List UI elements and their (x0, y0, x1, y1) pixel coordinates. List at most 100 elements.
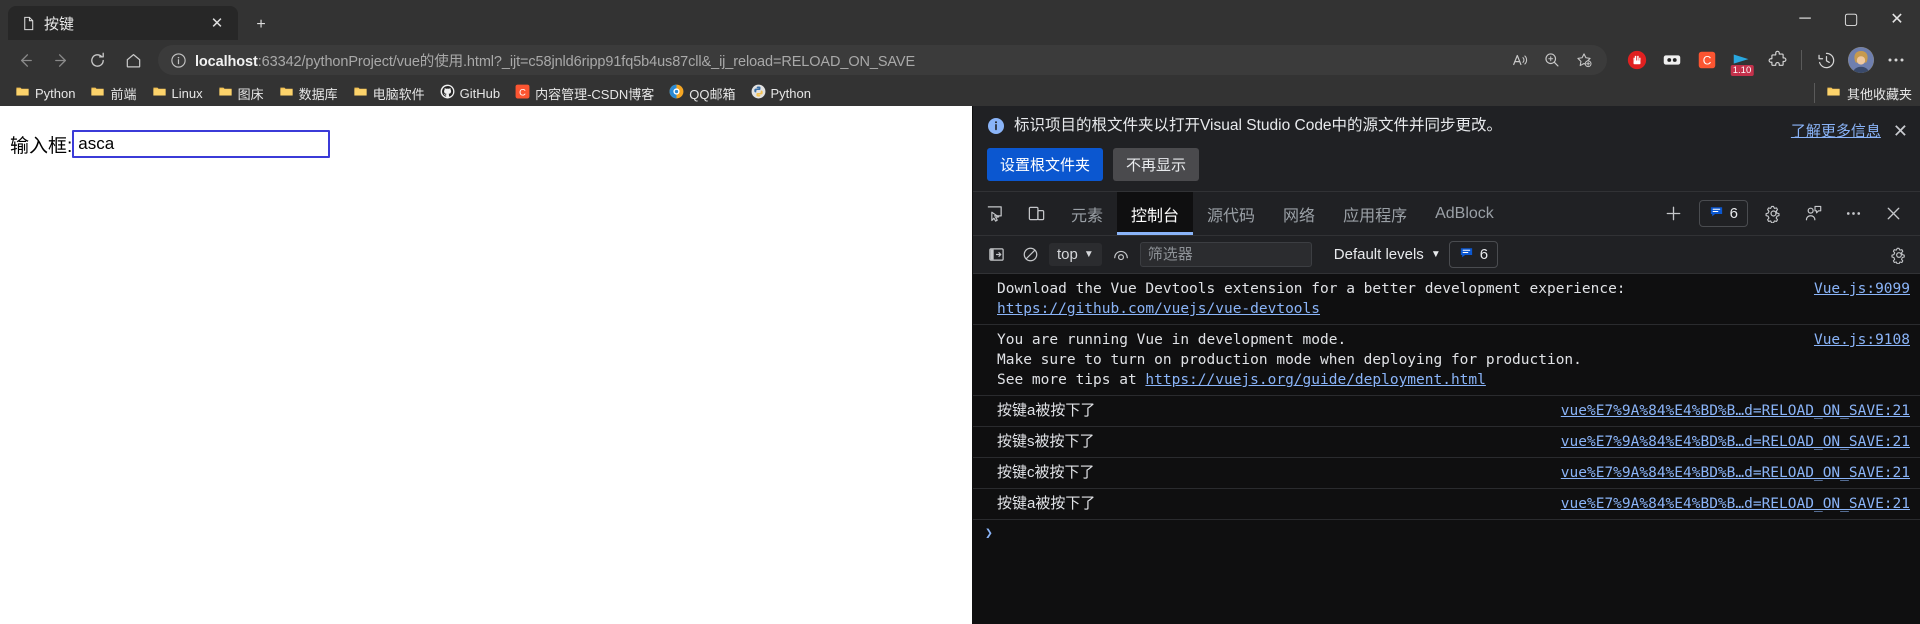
other-bookmarks[interactable]: 其他收藏夹 (1809, 83, 1912, 103)
issues-badge[interactable]: 6 (1699, 200, 1748, 227)
console-message-source[interactable]: vue%E7%9A%84%E4%BD%B…d=RELOAD_ON_SAVE:21 (1561, 432, 1910, 452)
bookmark-label: 电脑软件 (373, 84, 425, 103)
message-link[interactable]: https://github.com/vuejs/vue-devtools (997, 301, 1320, 317)
folder-icon (152, 84, 167, 102)
dont-show-again-button[interactable]: 不再显示 (1113, 148, 1199, 181)
console-message[interactable]: 按键a被按下了 vue%E7%9A%84%E4%BD%B…d=RELOAD_ON… (973, 489, 1920, 520)
url-path: :63342/pythonProject/vue的使用.html?_ijt=c5… (258, 54, 915, 70)
folder-icon (1826, 84, 1841, 102)
bookmark-item[interactable]: GitHub (433, 82, 507, 104)
address-bar[interactable]: localhost:63342/pythonProject/vue的使用.htm… (158, 45, 1607, 75)
bookmark-item[interactable]: Python (744, 82, 818, 104)
python-icon (751, 84, 766, 102)
console-message[interactable]: 按键a被按下了 vue%E7%9A%84%E4%BD%B…d=RELOAD_ON… (973, 396, 1920, 427)
home-icon[interactable] (116, 44, 150, 76)
inspect-element-icon[interactable] (973, 192, 1015, 235)
console-message[interactable]: 按键s被按下了 vue%E7%9A%84%E4%BD%B…d=RELOAD_ON… (973, 427, 1920, 458)
console-message[interactable]: You are running Vue in development mode.… (973, 325, 1920, 396)
message-line: See more tips at (997, 372, 1145, 388)
tab-label: 控制台 (1131, 202, 1179, 226)
console-message-source[interactable]: vue%E7%9A%84%E4%BD%B…d=RELOAD_ON_SAVE:21 (1561, 494, 1910, 514)
video-extension-icon[interactable]: 1.10 (1726, 45, 1758, 75)
reload-icon[interactable] (80, 44, 114, 76)
adblock-extension-icon[interactable] (1621, 45, 1653, 75)
forward-icon[interactable] (44, 44, 78, 76)
bookmark-item[interactable]: 前端 (83, 82, 143, 105)
bookmark-item[interactable]: Python (8, 82, 82, 104)
minimize-button[interactable]: ─ (1782, 0, 1828, 38)
console-message[interactable]: Download the Vue Devtools extension for … (973, 274, 1920, 325)
key-input-field[interactable] (72, 130, 330, 158)
prompt-arrow-icon: ❯ (985, 526, 993, 541)
tab-console[interactable]: 控制台 (1117, 192, 1193, 235)
add-panel-icon[interactable] (1655, 204, 1693, 223)
notice-right-actions: 了解更多信息 ✕ (1791, 120, 1908, 141)
page-content: 输入框: (0, 106, 972, 624)
close-window-button[interactable]: ✕ (1874, 0, 1920, 38)
live-expression-icon[interactable] (1106, 242, 1136, 268)
more-options-icon[interactable] (1834, 204, 1872, 223)
clear-console-icon[interactable] (1015, 242, 1045, 268)
console-sidebar-icon[interactable] (981, 242, 1011, 268)
bookmark-label: QQ邮箱 (689, 84, 735, 103)
csdn-extension-icon[interactable]: C (1691, 45, 1723, 75)
learn-more-link[interactable]: 了解更多信息 (1791, 120, 1881, 141)
message-link[interactable]: https://vuejs.org/guide/deployment.html (1145, 372, 1485, 388)
new-tab-button[interactable]: + (244, 10, 278, 40)
devtools-tabbar-actions: 6 (1655, 192, 1920, 235)
bookmark-label: 数据库 (299, 84, 338, 103)
user-feedback-icon[interactable] (1794, 204, 1832, 223)
close-notice-icon[interactable]: ✕ (1893, 122, 1908, 140)
more-settings-icon[interactable] (1880, 45, 1912, 75)
tab-elements[interactable]: 元素 (1057, 192, 1117, 235)
workspace-notice-bar: 标识项目的根文件夹以打开Visual Studio Code中的源文件并同步更改… (973, 106, 1920, 192)
close-tab-icon[interactable]: ✕ (206, 12, 228, 34)
tab-application[interactable]: 应用程序 (1329, 192, 1421, 235)
extensions-puzzle-icon[interactable] (1761, 45, 1793, 75)
history-icon[interactable] (1810, 45, 1842, 75)
context-selector[interactable]: top ▼ (1049, 243, 1102, 266)
page-icon (20, 15, 36, 31)
add-favorite-icon[interactable] (1569, 46, 1599, 74)
bookmark-item[interactable]: 数据库 (272, 82, 345, 105)
site-info-icon[interactable] (170, 52, 187, 69)
console-message-source[interactable]: vue%E7%9A%84%E4%BD%B…d=RELOAD_ON_SAVE:21 (1561, 401, 1910, 421)
console-filter-input[interactable] (1140, 242, 1312, 267)
log-levels-selector[interactable]: Default levels ▼ (1334, 246, 1441, 263)
console-message-text: Download the Vue Devtools extension for … (997, 279, 1798, 319)
set-root-folder-button[interactable]: 设置根文件夹 (987, 148, 1103, 181)
tab-label: 源代码 (1207, 202, 1255, 226)
console-message[interactable]: 按键c被按下了 vue%E7%9A%84%E4%BD%B…d=RELOAD_ON… (973, 458, 1920, 489)
close-devtools-icon[interactable] (1874, 204, 1912, 223)
bookmark-item[interactable]: QQ邮箱 (662, 82, 742, 105)
console-settings-icon[interactable] (1884, 242, 1914, 268)
console-output[interactable]: Download the Vue Devtools extension for … (973, 274, 1920, 624)
zoom-icon[interactable] (1537, 46, 1567, 74)
gear-icon[interactable] (1754, 204, 1792, 223)
maximize-button[interactable]: ▢ (1828, 0, 1874, 38)
extensions-tray: C 1.10 (1615, 45, 1912, 75)
read-aloud-icon[interactable] (1505, 46, 1535, 74)
console-prompt[interactable]: ❯ (973, 520, 1920, 547)
folder-icon (15, 84, 30, 102)
profile-avatar[interactable] (1845, 45, 1877, 75)
tab-label: 应用程序 (1343, 202, 1407, 226)
console-issues-badge[interactable]: 6 (1449, 241, 1498, 268)
console-message-source[interactable]: Vue.js:9099 (1814, 279, 1910, 299)
console-message-source[interactable]: Vue.js:9108 (1814, 330, 1910, 350)
back-icon[interactable] (8, 44, 42, 76)
tab-adblock[interactable]: AdBlock (1421, 192, 1508, 235)
bookmark-item[interactable]: C 内容管理-CSDN博客 (508, 82, 661, 105)
browser-tab[interactable]: 按键 ✕ (8, 6, 238, 40)
device-toolbar-icon[interactable] (1015, 192, 1057, 235)
bookmark-item[interactable]: 图床 (211, 82, 271, 105)
console-message-source[interactable]: vue%E7%9A%84%E4%BD%B…d=RELOAD_ON_SAVE:21 (1561, 463, 1910, 483)
tab-sources[interactable]: 源代码 (1193, 192, 1269, 235)
bookmark-item[interactable]: 电脑软件 (346, 82, 432, 105)
log-levels-label: Default levels (1334, 246, 1424, 263)
context-value: top (1057, 246, 1078, 263)
tab-label: 元素 (1071, 202, 1103, 226)
bookmark-item[interactable]: Linux (145, 82, 210, 104)
tab-network[interactable]: 网络 (1269, 192, 1329, 235)
notes-extension-icon[interactable] (1656, 45, 1688, 75)
